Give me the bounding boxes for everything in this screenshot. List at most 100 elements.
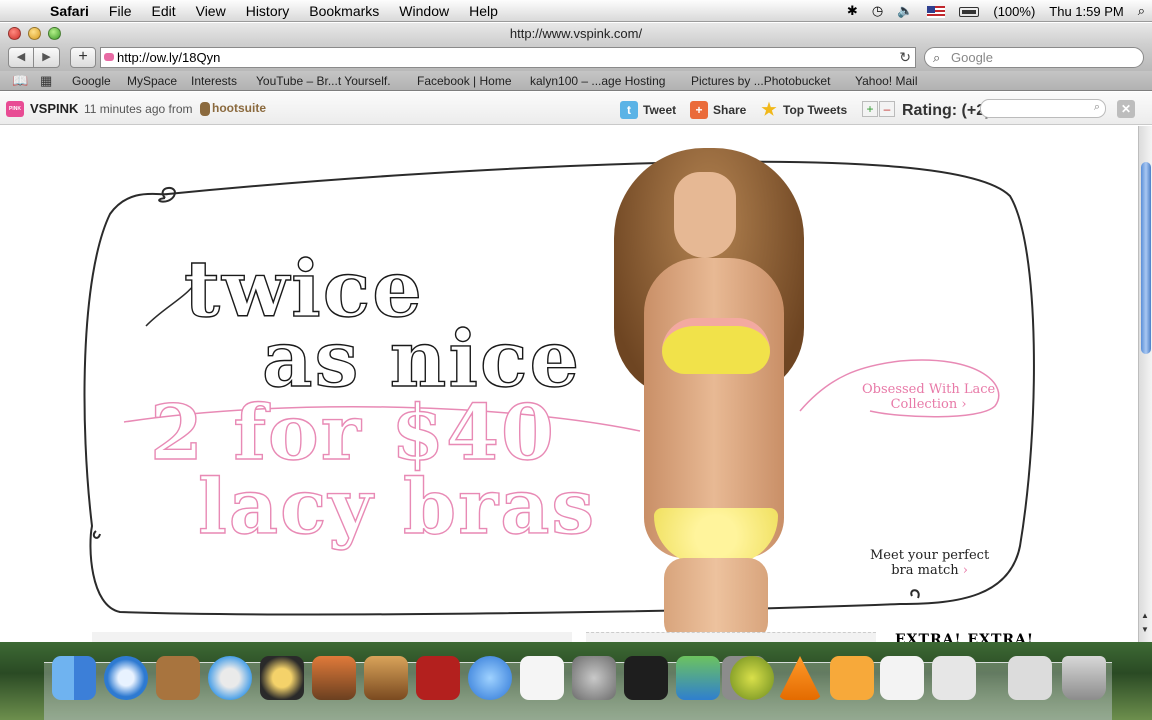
- tweet-button[interactable]: t Tweet: [620, 101, 676, 119]
- app-icon[interactable]: [676, 656, 720, 700]
- match-cta-line1: Meet your perfect: [870, 548, 990, 563]
- hootsuite-owl-icon: [200, 102, 210, 116]
- bluetooth-icon[interactable]: ✱: [840, 3, 865, 19]
- hootsuite-logo[interactable]: hootsuite: [212, 101, 266, 115]
- scroll-down-arrow-icon[interactable]: ▼: [1141, 625, 1149, 634]
- rate-up-button[interactable]: +: [862, 101, 878, 117]
- hootbar-search-icon: ⌕: [1093, 101, 1100, 113]
- rate-down-button[interactable]: –: [879, 101, 895, 117]
- trash-icon[interactable]: [1062, 656, 1106, 700]
- rating-text: Rating: (+2): [902, 102, 991, 119]
- photo-booth-icon[interactable]: [416, 656, 460, 700]
- extra-extra-heading[interactable]: EXTRA! EXTRA!: [895, 632, 1034, 642]
- address-book-icon[interactable]: [156, 656, 200, 700]
- iphoto-icon[interactable]: [312, 656, 356, 700]
- app-icon[interactable]: [880, 656, 924, 700]
- hootbar-close-button[interactable]: ✕: [1117, 100, 1135, 118]
- reading-list-icon[interactable]: 📖: [12, 71, 28, 91]
- spotlight-icon[interactable]: ⌕: [1131, 3, 1152, 19]
- menu-help[interactable]: Help: [459, 3, 508, 19]
- back-button[interactable]: ◀: [8, 47, 34, 68]
- scroll-up-arrow-icon[interactable]: ▲: [1141, 611, 1149, 620]
- lace-cta-line2-text: Collection: [890, 397, 958, 412]
- bookmark-youtube[interactable]: YouTube – Br...t Yourself.: [256, 71, 391, 91]
- zoom-window-button[interactable]: [48, 27, 61, 40]
- app-icon[interactable]: [624, 656, 668, 700]
- search-field[interactable]: ⌕ Google: [924, 47, 1144, 68]
- bookmark-yahoo-mail[interactable]: Yahoo! Mail: [855, 71, 917, 91]
- window-title: http://www.vspink.com/: [509, 26, 643, 41]
- menu-bar: Safari File Edit View History Bookmarks …: [0, 0, 1152, 22]
- app-icon[interactable]: [1008, 656, 1052, 700]
- vertical-scrollbar[interactable]: ▲ ▼: [1138, 126, 1152, 642]
- bra-match-link[interactable]: Meet your perfect bra match ›: [870, 548, 989, 578]
- menu-clock[interactable]: Thu 1:59 PM: [1042, 4, 1130, 19]
- garageband-icon[interactable]: [364, 656, 408, 700]
- add-bookmark-button[interactable]: +: [70, 47, 96, 68]
- model-photo[interactable]: [604, 148, 826, 642]
- bookmark-myspace[interactable]: MySpace: [127, 71, 177, 91]
- poster-name[interactable]: VSPINK: [30, 101, 78, 116]
- battery-icon[interactable]: [952, 4, 986, 19]
- bookmarks-bar: 📖 ▦ Google MySpace Interests YouTube – B…: [0, 71, 1152, 91]
- app-icon[interactable]: [830, 656, 874, 700]
- time-machine-icon[interactable]: ◷: [865, 3, 890, 19]
- hootbar-search-input[interactable]: ⌕: [980, 99, 1106, 118]
- match-cta-line2: bra match ›: [870, 563, 989, 578]
- teaser-strip-left: [92, 632, 572, 642]
- ichat-icon[interactable]: [468, 656, 512, 700]
- address-text[interactable]: http://ow.ly/18Qyn: [117, 50, 220, 65]
- textedit-icon[interactable]: [520, 656, 564, 700]
- chevron-right-icon: ›: [961, 397, 967, 412]
- window-controls: [8, 27, 61, 40]
- window-title-bar: http://www.vspink.com/: [0, 23, 1152, 44]
- site-favicon-icon: [104, 53, 114, 61]
- bookmark-google[interactable]: Google: [72, 71, 111, 91]
- lace-cta-line2: Collection ›: [862, 397, 995, 412]
- volume-icon[interactable]: 🔈: [890, 3, 920, 19]
- menu-window[interactable]: Window: [389, 3, 459, 19]
- lace-cta-line1: Obsessed With Lace: [862, 382, 996, 397]
- share-button[interactable]: + Share: [690, 101, 746, 119]
- post-time: 11 minutes ago from: [84, 102, 193, 116]
- vspink-avatar[interactable]: PINK: [6, 101, 24, 117]
- safari-icon[interactable]: [104, 656, 148, 700]
- scrollbar-thumb[interactable]: [1141, 162, 1151, 354]
- top-tweets-button[interactable]: ★ Top Tweets: [760, 101, 847, 119]
- model-legs: [664, 558, 768, 642]
- input-flag-icon[interactable]: [920, 4, 952, 19]
- teaser-strip-middle: [586, 632, 876, 642]
- minimize-window-button[interactable]: [28, 27, 41, 40]
- chevron-right-icon: ›: [962, 563, 968, 578]
- finder-icon[interactable]: [52, 656, 96, 700]
- bookmark-facebook[interactable]: Facebook | Home: [417, 71, 512, 91]
- share-icon: +: [690, 101, 708, 119]
- model-face: [674, 172, 736, 258]
- model-bra: [662, 318, 770, 374]
- address-bar[interactable]: http://ow.ly/18Qyn ↻: [100, 47, 916, 68]
- search-placeholder: Google: [951, 50, 993, 65]
- itunes-icon[interactable]: [208, 656, 252, 700]
- menu-bookmarks[interactable]: Bookmarks: [299, 3, 389, 19]
- headline-lacy-bras[interactable]: lacy bras: [197, 461, 596, 551]
- bookmark-interests[interactable]: Interests: [191, 71, 237, 91]
- menu-edit[interactable]: Edit: [141, 3, 185, 19]
- forward-button[interactable]: ▶: [34, 47, 60, 68]
- bookmark-image-hosting[interactable]: kalyn100 – ...age Hosting: [530, 71, 665, 91]
- bookmark-photobucket[interactable]: Pictures by ...Photobucket: [691, 71, 830, 91]
- menu-view[interactable]: View: [186, 3, 236, 19]
- app-icon[interactable]: [730, 656, 774, 700]
- top-sites-grid-icon[interactable]: ▦: [40, 71, 52, 91]
- menu-file[interactable]: File: [99, 3, 142, 19]
- menu-history[interactable]: History: [236, 3, 300, 19]
- app-icon[interactable]: [932, 656, 976, 700]
- close-window-button[interactable]: [8, 27, 21, 40]
- system-preferences-icon[interactable]: [572, 656, 616, 700]
- menu-app-name[interactable]: Safari: [40, 3, 99, 19]
- dock: [0, 642, 1152, 720]
- reload-icon[interactable]: ↻: [899, 48, 911, 67]
- lace-collection-link[interactable]: Obsessed With Lace Collection ›: [862, 382, 995, 412]
- imovie-icon[interactable]: [260, 656, 304, 700]
- search-icon: ⌕: [933, 50, 941, 65]
- battery-percent[interactable]: (100%): [986, 4, 1042, 19]
